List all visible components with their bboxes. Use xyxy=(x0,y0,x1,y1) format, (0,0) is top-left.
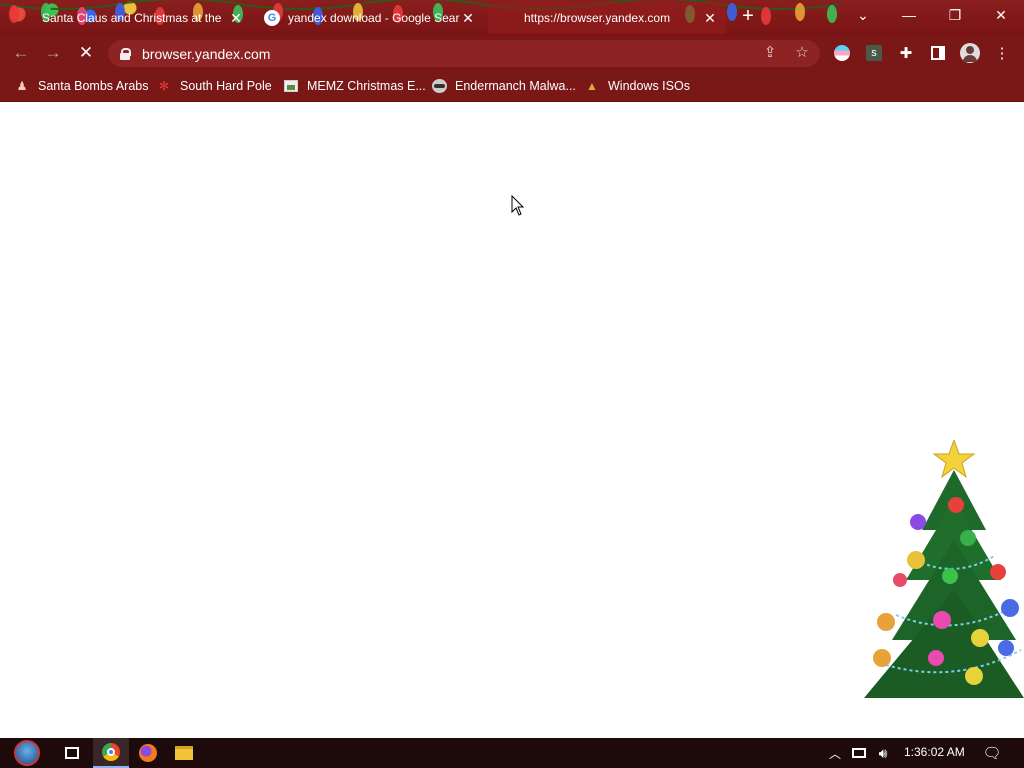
minimize-button[interactable]: — xyxy=(886,0,932,30)
bookmark-label: Endermanch Malwa... xyxy=(455,79,576,93)
restore-button[interactable]: ❐ xyxy=(932,0,978,30)
taskbar: ︿ 🔊︎ 1:36:02 AM 🗨︎ xyxy=(0,738,1024,768)
task-view-button[interactable] xyxy=(54,738,90,768)
santa-icon: ♟ xyxy=(16,79,28,93)
tab-title: Santa Claus and Christmas at the xyxy=(42,11,222,25)
chrome-icon xyxy=(102,743,120,761)
task-view-icon xyxy=(65,747,79,759)
close-window-button[interactable]: ✕ xyxy=(978,0,1024,30)
bookmark-label: Windows ISOs xyxy=(608,79,690,93)
bookmark-santa-bombs-arabs[interactable]: ♟ Santa Bombs Arabs xyxy=(14,76,149,96)
bookmarks-bar: ♟ Santa Bombs Arabs ✻ South Hard Pole ME… xyxy=(0,70,1024,102)
bookmark-memz-christmas[interactable]: MEMZ Christmas E... xyxy=(283,76,426,96)
show-hidden-icons-chevron[interactable]: ︿ xyxy=(826,738,844,768)
extensions-puzzle-icon[interactable]: ✚ xyxy=(895,42,917,64)
side-panel-icon[interactable] xyxy=(927,42,949,64)
close-icon[interactable]: ✕ xyxy=(460,10,476,26)
image-icon xyxy=(283,78,299,94)
notifications-icon[interactable]: 🗨︎ xyxy=(978,738,1006,768)
address-bar[interactable]: browser.yandex.com xyxy=(108,40,820,67)
bookmark-label: South Hard Pole xyxy=(180,79,272,93)
bookmark-endermanch-malware[interactable]: Endermanch Malwa... xyxy=(431,76,576,96)
close-icon[interactable]: ✕ xyxy=(228,10,244,26)
bookmark-label: Santa Bombs Arabs xyxy=(38,79,149,93)
lock-icon[interactable] xyxy=(120,47,131,60)
network-icon[interactable] xyxy=(848,738,870,768)
bookmark-star-icon[interactable]: ☆ xyxy=(792,42,812,62)
mouse-cursor-icon xyxy=(511,195,525,216)
taskbar-file-explorer[interactable] xyxy=(166,738,202,768)
tab-search-chevron-icon[interactable]: ⌄ xyxy=(840,0,886,30)
browser-window: Santa Claus and Christmas at the ✕ G yan… xyxy=(0,0,1024,768)
tab-yandex-search[interactable]: G yandex download - Google Searc ✕ xyxy=(252,2,484,34)
firefox-icon xyxy=(139,744,157,762)
folder-icon xyxy=(175,746,193,760)
tab-title: https://browser.yandex.com xyxy=(524,11,671,25)
taskbar-clock[interactable]: 1:36:02 AM xyxy=(904,745,965,759)
tab-browser-yandex[interactable]: https://browser.yandex.com ✕ xyxy=(488,2,726,34)
address-url: browser.yandex.com xyxy=(142,45,271,62)
loading-spinner-icon xyxy=(500,10,516,26)
google-icon: G xyxy=(264,10,280,26)
extension-s-icon[interactable]: s xyxy=(863,42,885,64)
close-icon[interactable]: ✕ xyxy=(702,10,718,26)
raccoon-icon xyxy=(431,78,447,94)
taskbar-chrome[interactable] xyxy=(93,738,129,768)
new-tab-button[interactable]: + xyxy=(737,6,759,28)
christmas-tree-decoration xyxy=(864,440,1024,698)
menu-kebab-icon[interactable]: ⋮ xyxy=(991,42,1013,64)
snowflake-icon: ✻ xyxy=(158,79,170,93)
back-arrow-icon[interactable]: ← xyxy=(10,42,32,64)
start-button[interactable] xyxy=(8,738,46,768)
tab-santa-claus[interactable]: Santa Claus and Christmas at the ✕ xyxy=(30,2,252,34)
bookmark-south-hard-pole[interactable]: ✻ South Hard Pole xyxy=(156,76,272,96)
extension-flag-icon[interactable] xyxy=(831,42,853,64)
bookmark-windows-isos[interactable]: ▲ Windows ISOs xyxy=(584,76,690,96)
volume-icon[interactable]: 🔊︎ xyxy=(872,738,894,768)
taskbar-firefox[interactable] xyxy=(130,738,166,768)
tree-icon: ▲ xyxy=(586,79,598,93)
profile-avatar-icon[interactable] xyxy=(959,42,981,64)
bookmark-label: MEMZ Christmas E... xyxy=(307,79,426,93)
stop-loading-icon[interactable]: ✕ xyxy=(75,42,97,64)
tab-strip: Santa Claus and Christmas at the ✕ G yan… xyxy=(0,0,1024,36)
tab-title: yandex download - Google Searc xyxy=(288,11,460,25)
forward-arrow-icon[interactable]: → xyxy=(42,42,64,64)
share-icon[interactable]: ⇪ xyxy=(760,42,780,62)
windows-orb-icon xyxy=(14,740,40,766)
